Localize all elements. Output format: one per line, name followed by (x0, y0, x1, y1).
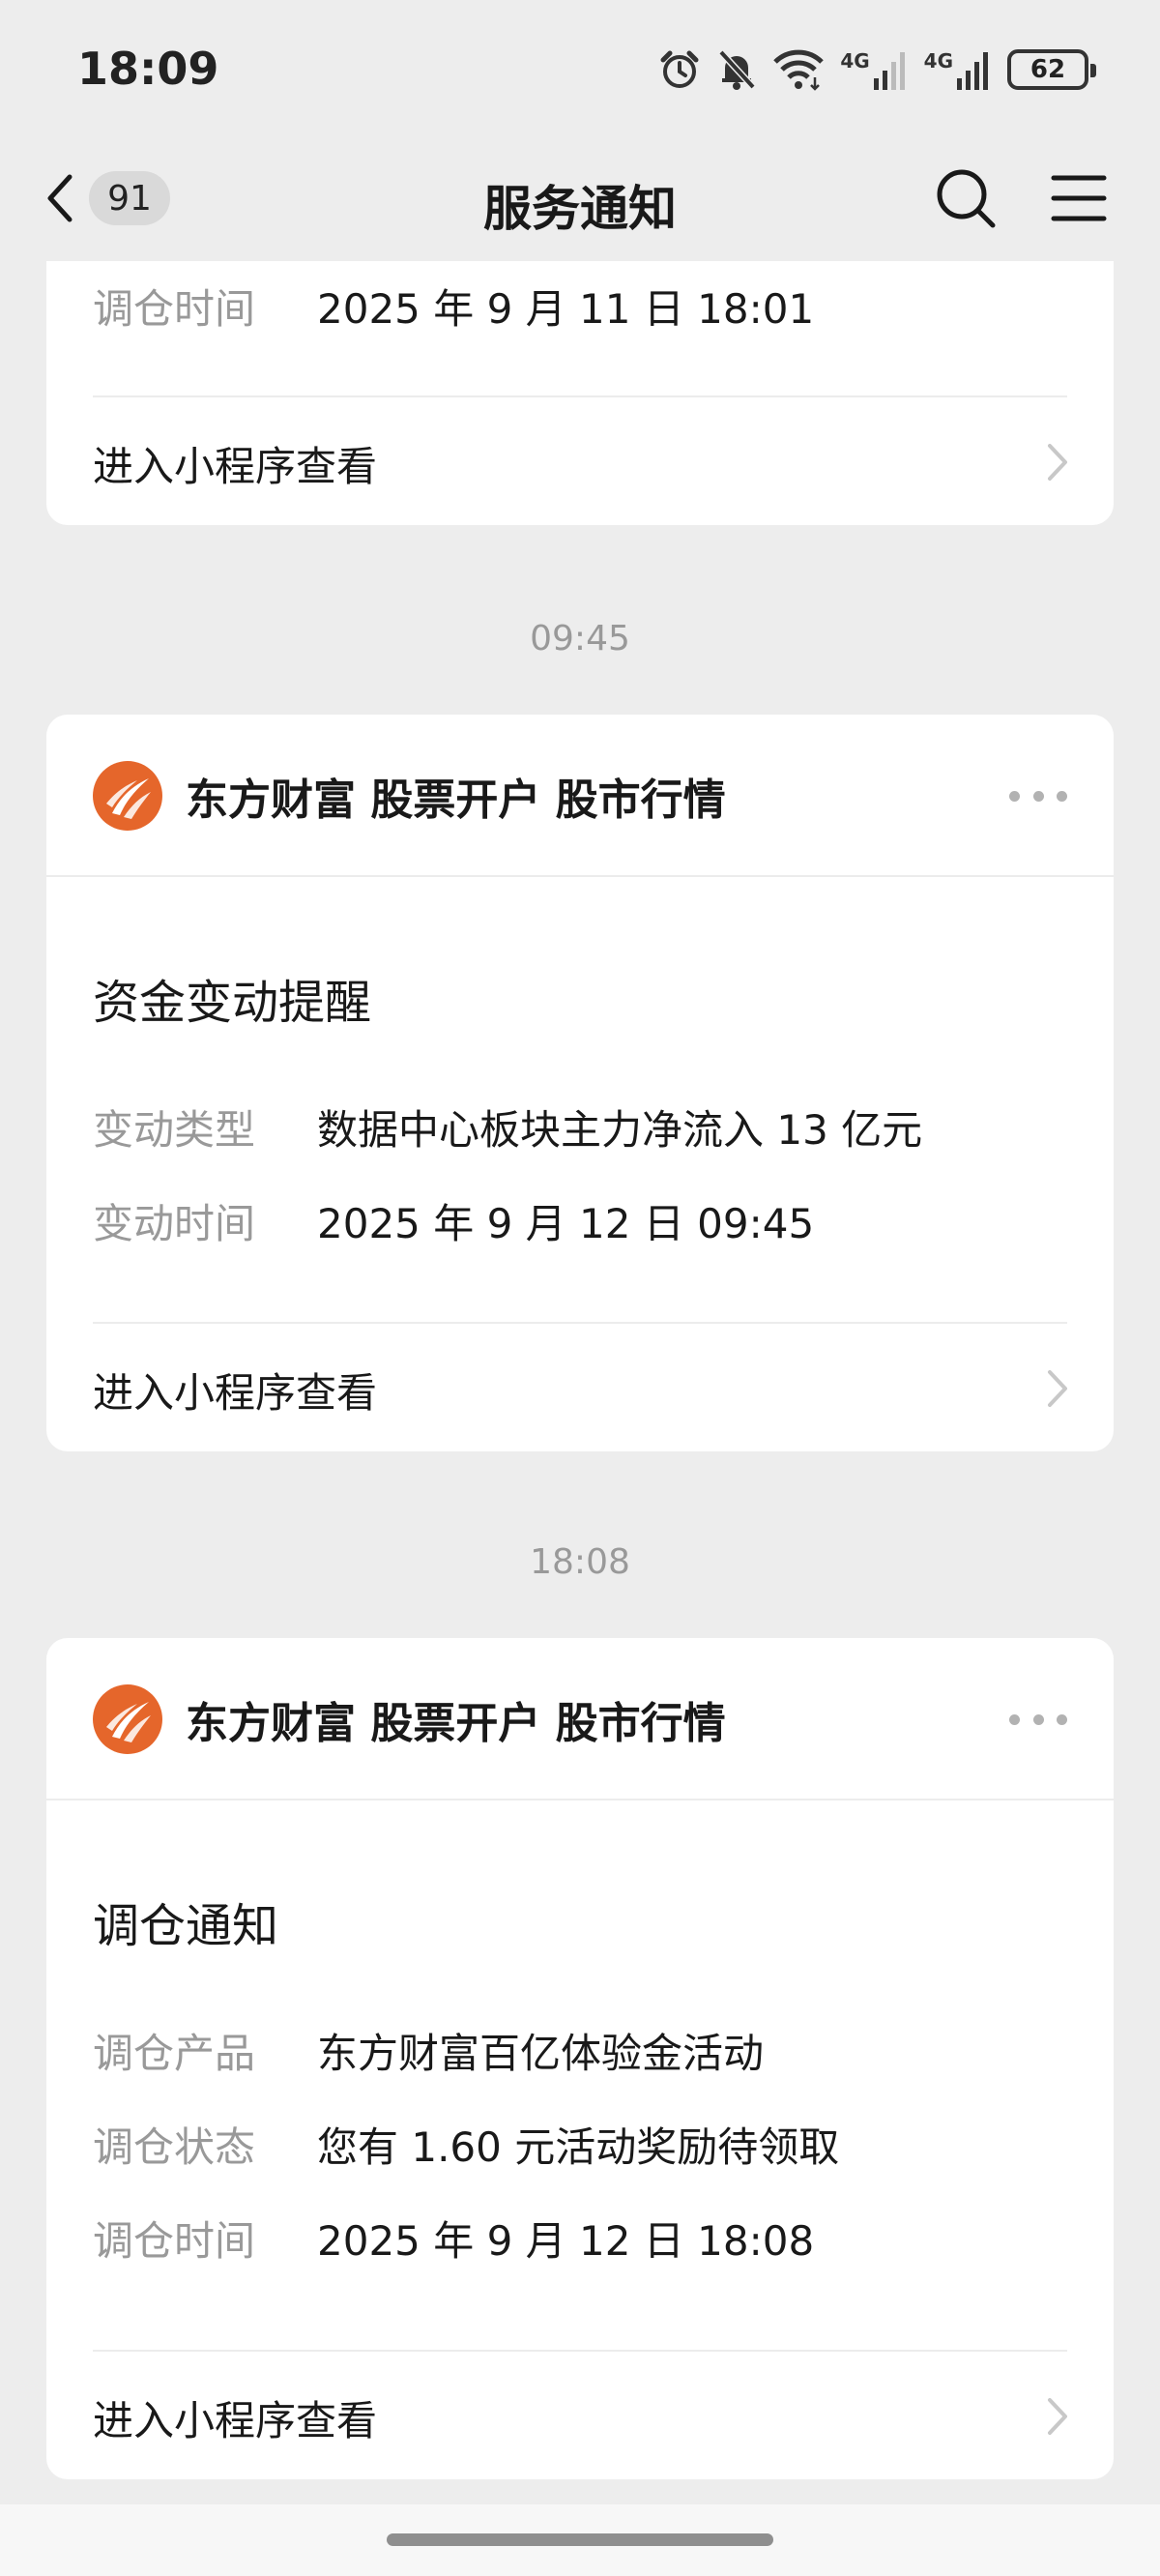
row-value: 2025 年 9 月 12 日 18:08 (317, 2217, 815, 2265)
brand-logo-icon (93, 761, 162, 831)
battery-icon: 62 (1007, 49, 1096, 90)
message-list[interactable]: 调仓时间 2025 年 9 月 11 日 18:01 进入小程序查看 09:45 (0, 261, 1160, 2504)
message-timestamp: 18:08 (530, 1542, 630, 1582)
home-indicator[interactable] (387, 2533, 773, 2546)
menu-icon[interactable] (1050, 164, 1108, 232)
nav-bar: 91 服务通知 (0, 135, 1160, 261)
status-icons: 4G 4G 62 (658, 44, 1096, 95)
alarm-icon (658, 48, 701, 91)
service-notification-screen: 18:09 4G 4G 62 91 服务通知 调仓时间 2025 年 9 月 1… (0, 0, 1160, 2576)
status-time: 18:09 (77, 43, 219, 95)
row-label: 变动类型 (93, 1106, 256, 1154)
row-value: 您有 1.60 元活动奖励待领取 (317, 2123, 840, 2171)
more-options-button[interactable] (1009, 778, 1067, 813)
open-miniprogram-link[interactable]: 进入小程序查看 (93, 2350, 1067, 2479)
link-label: 进入小程序查看 (93, 1369, 378, 1417)
more-options-button[interactable] (1009, 1702, 1067, 1737)
chevron-right-icon (1048, 444, 1067, 481)
mute-bell-icon (716, 48, 757, 91)
row-value: 东方财富百亿体验金活动 (317, 2030, 765, 2077)
brand-logo-icon (93, 1684, 162, 1754)
row-label: 调仓产品 (93, 2030, 256, 2077)
wifi-icon (772, 48, 825, 91)
battery-level: 62 (1030, 55, 1066, 84)
chevron-right-icon (1048, 2398, 1067, 2435)
row-value: 数据中心板块主力净流入 13 亿元 (317, 1106, 923, 1154)
link-label: 进入小程序查看 (93, 2397, 378, 2444)
row-label: 调仓时间 (93, 285, 256, 333)
bottom-bar (0, 2504, 1160, 2576)
status-bar: 18:09 4G 4G 62 (0, 0, 1160, 135)
notification-card: 东方财富 股票开户 股市行情 调仓通知 调仓产品 东方财富百亿体验金活动 调仓状… (46, 1638, 1114, 2479)
signal-4g-icon: 4G (840, 49, 908, 90)
card-header[interactable]: 东方财富 股票开户 股市行情 (46, 1638, 1114, 1800)
row-value: 2025 年 9 月 12 日 09:45 (317, 1200, 815, 1247)
brand-name: 东方财富 股票开户 股市行情 (186, 776, 726, 825)
open-miniprogram-link[interactable]: 进入小程序查看 (93, 395, 1067, 525)
message-timestamp: 09:45 (530, 619, 630, 659)
row-label: 调仓状态 (93, 2123, 256, 2171)
open-miniprogram-link[interactable]: 进入小程序查看 (93, 1322, 1067, 1451)
brand-name: 东方财富 股票开户 股市行情 (186, 1699, 726, 1748)
notification-card: 调仓时间 2025 年 9 月 11 日 18:01 进入小程序查看 (46, 261, 1114, 525)
row-label: 变动时间 (93, 1200, 256, 1247)
chevron-right-icon (1048, 1370, 1067, 1407)
link-label: 进入小程序查看 (93, 443, 378, 490)
signal-4g-icon: 4G (924, 49, 992, 90)
row-value: 2025 年 9 月 11 日 18:01 (317, 285, 815, 333)
row-label: 调仓时间 (93, 2217, 256, 2265)
card-title: 资金变动提醒 (93, 976, 372, 1030)
card-header[interactable]: 东方财富 股票开户 股市行情 (46, 715, 1114, 877)
card-title: 调仓通知 (93, 1899, 279, 1953)
search-icon[interactable] (932, 164, 1000, 232)
notification-card: 东方财富 股票开户 股市行情 资金变动提醒 变动类型 数据中心板块主力净流入 1… (46, 715, 1114, 1451)
